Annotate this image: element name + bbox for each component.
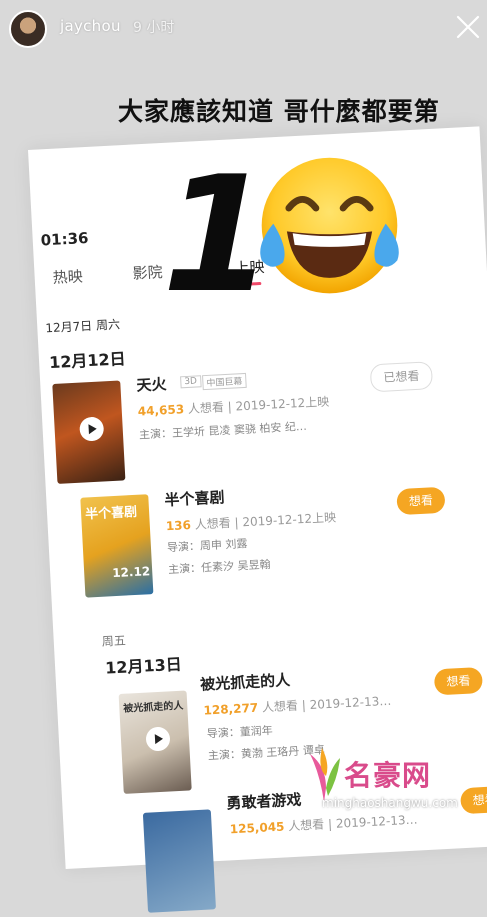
want-count: 136 bbox=[165, 517, 192, 534]
poster-date: 12.12 bbox=[111, 564, 151, 581]
leaf-logo-icon bbox=[310, 748, 340, 802]
movie-meta: 136 人想看 | 2019-12-12上映 bbox=[165, 510, 337, 534]
avatar[interactable] bbox=[9, 10, 47, 48]
movie-poster[interactable] bbox=[52, 380, 126, 484]
tab-cinemas[interactable]: 影院 bbox=[132, 261, 163, 284]
movie-title[interactable]: 半个喜剧 bbox=[164, 486, 225, 510]
want-count-suffix: 人想看 bbox=[261, 698, 299, 715]
want-count: 44,653 bbox=[137, 402, 185, 419]
site-watermark: 名豪网 minghaoshangwu.com bbox=[300, 740, 485, 826]
movie-poster[interactable]: 被光抓走的人 bbox=[118, 690, 192, 794]
today-label: 12月7日 周六 bbox=[44, 317, 121, 336]
want-button[interactable]: 想看 bbox=[433, 666, 484, 696]
release-date: 2019-12-12上映 bbox=[235, 394, 330, 414]
section-day: 周五 bbox=[101, 633, 127, 649]
want-count: 128,277 bbox=[203, 700, 259, 718]
play-icon[interactable] bbox=[144, 725, 171, 752]
tab-now-showing[interactable]: 热映 bbox=[52, 265, 83, 288]
director-line: 导演：董润年 bbox=[206, 723, 274, 741]
section-date: 12月13日 bbox=[104, 654, 183, 678]
format-badge: 3D bbox=[180, 375, 202, 389]
want-button[interactable]: 想看 bbox=[396, 486, 446, 516]
want-count: 125,045 bbox=[229, 819, 285, 837]
poster-title: 被光抓走的人 bbox=[123, 700, 184, 715]
format-badge: 中国巨幕 bbox=[202, 372, 247, 391]
movie-title[interactable]: 勇敢者游戏 bbox=[226, 789, 302, 814]
movie-meta: 44,653 人想看 | 2019-12-12上映 bbox=[137, 394, 330, 419]
story-header: jaychou 9 小时 bbox=[0, 0, 487, 60]
movie-title[interactable]: 被光抓走的人 bbox=[200, 669, 291, 695]
want-count-suffix: 人想看 bbox=[187, 400, 225, 416]
cast-line: 主演：任素汐 吴昱翰 bbox=[167, 557, 271, 577]
cast-line: 主演：王学圻 昆凌 窦骁 柏安 纪… bbox=[138, 419, 308, 442]
movie-meta: 128,277 人想看 | 2019-12-13… bbox=[203, 693, 392, 718]
tears-of-joy-emoji-icon bbox=[260, 157, 399, 294]
time-ago: 9 小时 bbox=[133, 20, 175, 36]
section-date: 12月12日 bbox=[48, 349, 127, 373]
movie-poster[interactable]: 半个喜剧 12.12 bbox=[80, 494, 154, 598]
watermark-name: 名豪网 bbox=[344, 759, 432, 792]
close-icon[interactable] bbox=[455, 14, 481, 40]
movie-poster[interactable] bbox=[142, 809, 216, 913]
poster-title: 半个喜剧 bbox=[84, 504, 138, 523]
movie-title[interactable]: 天火 bbox=[136, 373, 167, 396]
play-icon[interactable] bbox=[78, 415, 105, 442]
status-time: 01:36 bbox=[40, 228, 89, 250]
wanted-button[interactable]: 已想看 bbox=[369, 361, 434, 393]
release-date: 2019-12-13… bbox=[309, 693, 392, 713]
want-count-suffix: 人想看 bbox=[194, 515, 232, 532]
username[interactable]: jaychou bbox=[60, 17, 121, 35]
watermark-url: minghaoshangwu.com bbox=[322, 796, 458, 810]
director-line: 导演：周申 刘露 bbox=[166, 537, 248, 555]
story-caption: 大家應該知道 哥什麼都要第 bbox=[118, 97, 440, 126]
release-date: 2019-12-12上映 bbox=[242, 510, 337, 530]
